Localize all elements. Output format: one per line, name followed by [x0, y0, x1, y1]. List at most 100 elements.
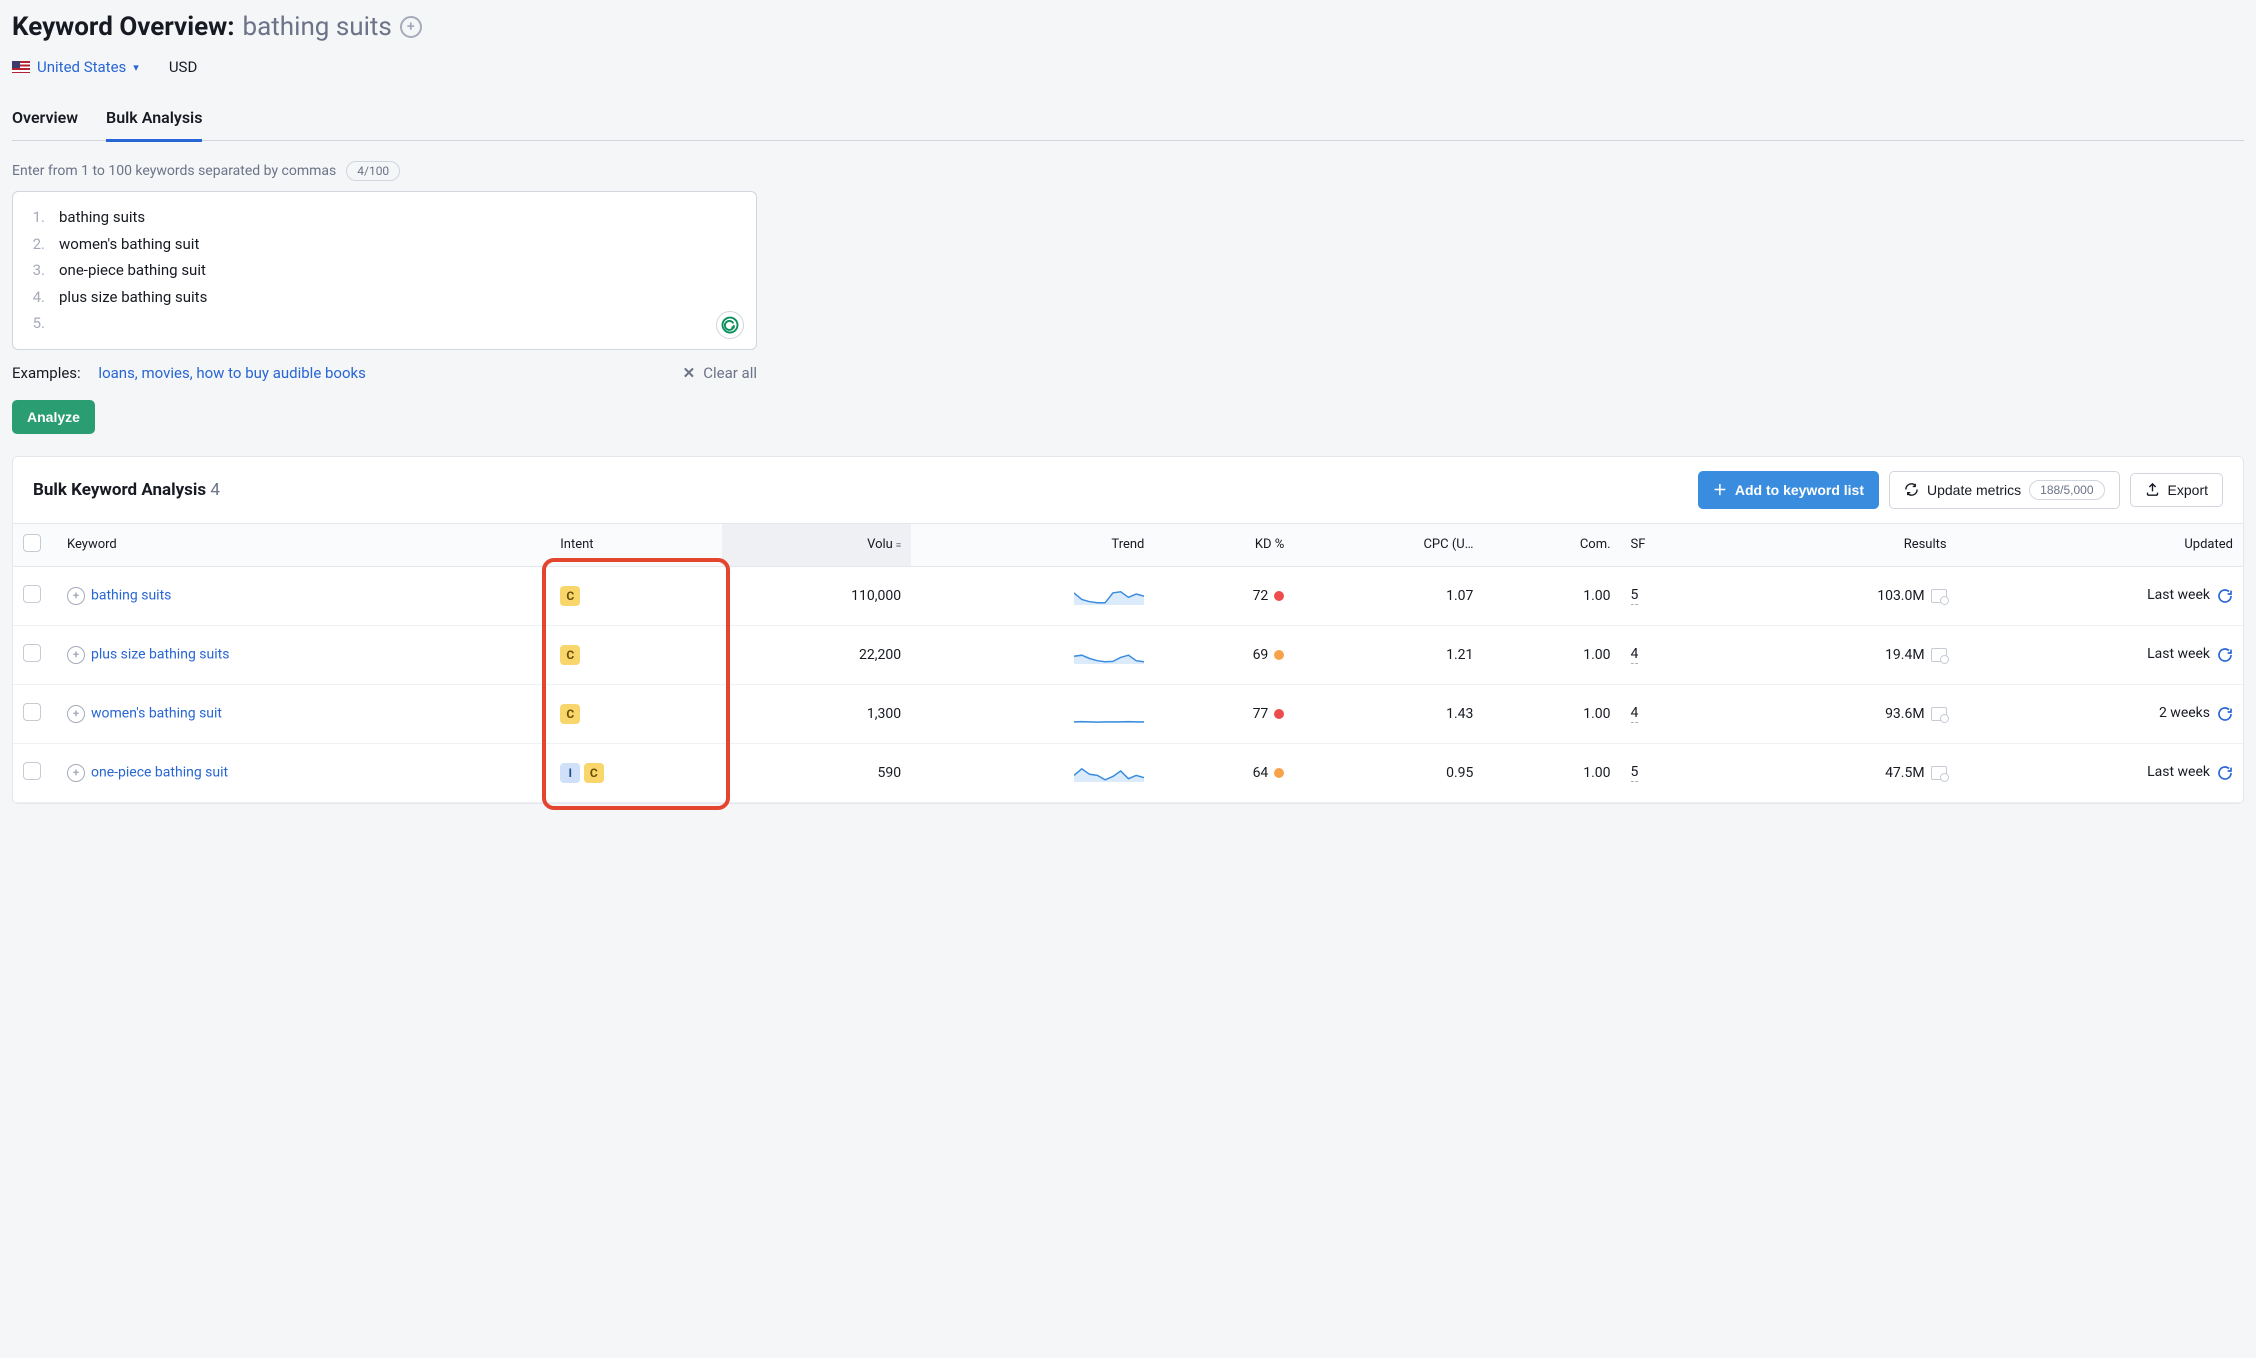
analyze-label: Analyze [27, 409, 80, 425]
panel-title: Bulk Keyword Analysis 4 [33, 480, 220, 500]
row-checkbox[interactable] [23, 644, 41, 662]
col-kd[interactable]: KD % [1154, 523, 1294, 566]
col-intent[interactable]: Intent [550, 523, 722, 566]
add-to-keyword-list-button[interactable]: ＋ Add to keyword list [1698, 471, 1879, 509]
refresh-row-icon[interactable] [2217, 706, 2233, 722]
trend-cell [911, 743, 1154, 802]
export-icon [2145, 482, 2160, 497]
kd-cell: 69 [1154, 625, 1294, 684]
clear-all-button[interactable]: ✕ Clear all [683, 364, 757, 382]
page-title: Keyword Overview: bathing suits + [12, 12, 2244, 42]
expand-icon[interactable]: + [67, 764, 85, 782]
sort-icon: ≡ [896, 541, 901, 551]
editor-line: women's bathing suit [59, 233, 199, 256]
update-metrics-button[interactable]: Update metrics 188/5,000 [1889, 471, 2120, 509]
grammarly-icon[interactable] [716, 311, 744, 339]
intent-cell: C [550, 625, 722, 684]
editor-line: bathing suits [59, 206, 145, 229]
intent-cell: I C [550, 743, 722, 802]
serp-icon[interactable] [1931, 648, 1947, 662]
add-to-list-label: Add to keyword list [1735, 482, 1864, 498]
serp-icon[interactable] [1931, 707, 1947, 721]
sf-cell: 5 [1621, 743, 1715, 802]
country-label: United States [37, 58, 126, 76]
row-checkbox[interactable] [23, 762, 41, 780]
col-sf[interactable]: SF [1621, 523, 1715, 566]
line-number: 5. [27, 312, 45, 335]
expand-icon[interactable]: + [67, 705, 85, 723]
keywords-editor[interactable]: 1.bathing suits2.women's bathing suit3.o… [12, 191, 757, 350]
kd-cell: 72 [1154, 566, 1294, 625]
editor-line: plus size bathing suits [59, 286, 207, 309]
intent-badge-c: C [584, 763, 604, 783]
cpc-cell: 0.95 [1294, 743, 1483, 802]
sf-cell: 4 [1621, 625, 1715, 684]
expand-icon[interactable]: + [67, 646, 85, 664]
update-metrics-label: Update metrics [1927, 482, 2021, 498]
line-number: 2. [27, 233, 45, 256]
intent-badge-i: I [560, 763, 580, 783]
col-cpc[interactable]: CPC (U… [1294, 523, 1483, 566]
col-updated[interactable]: Updated [1957, 523, 2243, 566]
updated-cell: Last week [1957, 743, 2243, 802]
serp-icon[interactable] [1931, 766, 1947, 780]
keyword-link[interactable]: one-piece bathing suit [91, 764, 228, 780]
analyze-button[interactable]: Analyze [12, 400, 95, 434]
examples-link[interactable]: loans, movies, how to buy audible books [98, 364, 365, 382]
volume-cell: 590 [722, 743, 911, 802]
country-select[interactable]: United States ▾ [12, 58, 139, 76]
plus-icon: ＋ [1713, 480, 1727, 500]
volume-cell: 110,000 [722, 566, 911, 625]
editor-line: one-piece bathing suit [59, 259, 206, 282]
results-panel: Bulk Keyword Analysis 4 ＋ Add to keyword… [12, 456, 2244, 804]
expand-icon[interactable]: + [67, 587, 85, 605]
intent-cell: C [550, 684, 722, 743]
updated-cell: Last week [1957, 566, 2243, 625]
col-volume[interactable]: Volu≡ [722, 523, 911, 566]
currency-label: USD [169, 58, 197, 76]
col-com[interactable]: Com. [1483, 523, 1620, 566]
serp-icon[interactable] [1931, 589, 1947, 603]
export-label: Export [2168, 482, 2208, 498]
refresh-row-icon[interactable] [2217, 588, 2233, 604]
keyword-link[interactable]: women's bathing suit [91, 705, 222, 721]
refresh-row-icon[interactable] [2217, 765, 2233, 781]
panel-title-count: 4 [210, 480, 220, 500]
select-all-checkbox[interactable] [23, 534, 41, 552]
results-table: Keyword Intent Volu≡ Trend KD % CPC (U… … [13, 523, 2243, 803]
com-cell: 1.00 [1483, 566, 1620, 625]
export-button[interactable]: Export [2130, 473, 2223, 507]
results-cell: 47.5M [1715, 743, 1957, 802]
kd-dot-icon [1274, 650, 1284, 660]
refresh-row-icon[interactable] [2217, 647, 2233, 663]
trend-cell [911, 566, 1154, 625]
update-metrics-count: 188/5,000 [2029, 480, 2104, 500]
volume-cell: 1,300 [722, 684, 911, 743]
kd-dot-icon [1274, 709, 1284, 719]
tabs: Overview Bulk Analysis [12, 100, 2244, 141]
results-cell: 93.6M [1715, 684, 1957, 743]
intent-cell: C [550, 566, 722, 625]
row-checkbox[interactable] [23, 585, 41, 603]
tab-bulk-analysis[interactable]: Bulk Analysis [106, 100, 202, 142]
volume-cell: 22,200 [722, 625, 911, 684]
trend-cell [911, 625, 1154, 684]
panel-title-text: Bulk Keyword Analysis [33, 480, 206, 500]
chevron-down-icon: ▾ [133, 61, 139, 74]
kd-cell: 64 [1154, 743, 1294, 802]
keyword-link[interactable]: plus size bathing suits [91, 646, 229, 662]
col-volume-label: Volu [867, 537, 893, 552]
col-trend[interactable]: Trend [911, 523, 1154, 566]
table-row: +women's bathing suitC1,300771.431.00493… [13, 684, 2243, 743]
com-cell: 1.00 [1483, 743, 1620, 802]
keyword-link[interactable]: bathing suits [91, 587, 171, 603]
col-keyword[interactable]: Keyword [57, 523, 550, 566]
col-results[interactable]: Results [1715, 523, 1957, 566]
row-checkbox[interactable] [23, 703, 41, 721]
line-number: 3. [27, 259, 45, 282]
intent-badge-c: C [560, 645, 580, 665]
tab-overview[interactable]: Overview [12, 100, 78, 140]
results-cell: 103.0M [1715, 566, 1957, 625]
add-keyword-icon[interactable]: + [400, 16, 422, 38]
flag-us-icon [12, 61, 30, 73]
